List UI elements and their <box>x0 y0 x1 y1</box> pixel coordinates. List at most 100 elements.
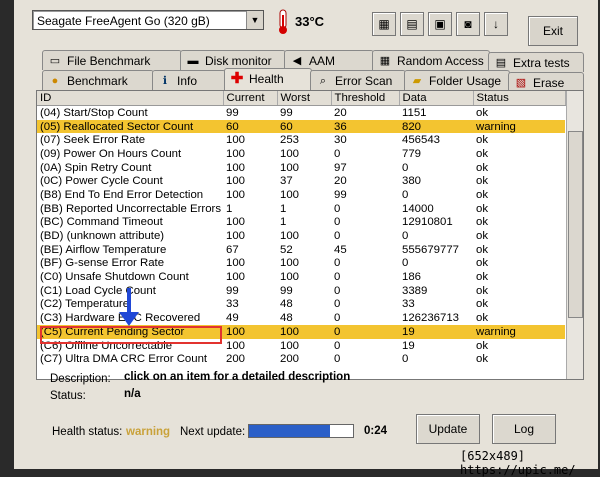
cell-status: ok <box>476 271 489 284</box>
table-row[interactable]: (C0) Unsafe Shutdown Count 100 100 0 186 ok <box>37 270 565 284</box>
cell-id: (C7) Ultra DMA CRC Error Count <box>40 353 208 366</box>
table-row[interactable]: (BE) Airflow Temperature 67 52 45 555679777 o… <box>37 243 565 257</box>
cell-id: (BD) (unknown attribute) <box>40 230 165 243</box>
column-header-current[interactable]: Current <box>223 91 278 106</box>
update-button[interactable]: Update <box>416 414 480 444</box>
cell-worst: 253 <box>280 134 300 147</box>
cell-worst: 52 <box>280 243 293 256</box>
cell-current: 100 <box>226 134 246 147</box>
camera-button[interactable]: ◙ <box>456 12 480 36</box>
cell-current: 99 <box>226 284 239 297</box>
table-row[interactable]: (B8) End To End Error Detection 100 100 99 0… <box>37 188 565 202</box>
cell-current: 100 <box>226 161 246 174</box>
scrollbar-thumb[interactable] <box>568 131 583 318</box>
column-header-status[interactable]: Status <box>473 91 566 106</box>
cell-id: (BE) Airflow Temperature <box>40 243 167 256</box>
down-button[interactable]: ↓ <box>484 12 508 36</box>
tab-health[interactable]: ✚ Health <box>224 68 312 90</box>
chevron-down-icon[interactable]: ▼ <box>246 11 263 29</box>
save-button[interactable]: ▣ <box>428 12 452 36</box>
cell-data: 0 <box>402 353 409 366</box>
watermark: [652x489] https://upic.me/ <box>460 449 576 477</box>
cell-worst: 1 <box>280 202 287 215</box>
cell-threshold: 0 <box>334 284 341 297</box>
cell-id: (04) Start/Stop Count <box>40 106 148 119</box>
cell-current: 100 <box>226 188 246 201</box>
cell-status: ok <box>476 284 489 297</box>
table-row[interactable]: (04) Start/Stop Count 99 99 20 1151 ok <box>37 106 565 120</box>
table-row[interactable]: (BD) (unknown attribute) 100 100 0 0 ok <box>37 229 565 243</box>
table-row[interactable]: (C2) Temperature 33 48 0 33 ok <box>37 298 565 312</box>
tab-random-access[interactable]: ▦ Random Access <box>372 50 490 70</box>
log-button[interactable]: Log <box>492 414 556 444</box>
cell-threshold: 0 <box>334 147 341 160</box>
cell-status: ok <box>476 339 489 352</box>
tab-label: AAM <box>309 54 336 68</box>
table-row[interactable]: (BC) Command Timeout 100 1 0 12910801 ok <box>37 216 565 230</box>
column-header-worst[interactable]: Worst <box>277 91 332 106</box>
table-row[interactable]: (C3) Hardware ECC Recovered 49 48 0 12623671… <box>37 311 565 325</box>
cell-status: ok <box>476 312 489 325</box>
cell-data: 19 <box>399 325 473 339</box>
tab-file-benchmark[interactable]: ▭ File Benchmark <box>42 50 182 70</box>
cell-id: (B8) End To End Error Detection <box>40 188 204 201</box>
cell-threshold: 0 <box>334 312 341 325</box>
cell-worst: 100 <box>280 188 300 201</box>
tab-benchmark[interactable]: ● Benchmark <box>42 70 154 90</box>
cell-current: 100 <box>223 325 277 339</box>
tests-icon: ▤ <box>495 57 507 69</box>
cell-status: ok <box>476 161 489 174</box>
folder-icon: ▰ <box>412 75 422 87</box>
cell-data: 19 <box>402 339 415 352</box>
table-row[interactable]: (BF) G-sense Error Rate 100 100 0 0 ok <box>37 257 565 271</box>
tab-label: Folder Usage <box>429 74 502 88</box>
table-row[interactable]: (C1) Load Cycle Count 99 99 0 3389 ok <box>37 284 565 298</box>
cell-id: (BB) Reported Uncorrectable Errors <box>40 202 222 215</box>
cell-threshold: 0 <box>334 339 341 352</box>
tab-extra-tests[interactable]: ▤ Extra tests <box>488 52 584 72</box>
tab-folder-usage[interactable]: ▰ Folder Usage <box>404 70 510 90</box>
file-icon: ▭ <box>49 55 61 67</box>
cell-data: 1151 <box>402 106 427 119</box>
cell-data: 14000 <box>402 202 434 215</box>
cell-current: 49 <box>226 312 239 325</box>
drive-select[interactable]: Seagate FreeAgent Go (320 gB) ▼ <box>32 10 264 30</box>
vertical-scrollbar[interactable] <box>566 91 583 379</box>
cell-current: 67 <box>226 243 239 256</box>
exit-button[interactable]: Exit <box>528 16 578 46</box>
table-row[interactable]: (0A) Spin Retry Count 100 100 97 0 ok <box>37 161 565 175</box>
copy-text-button[interactable]: ▤ <box>400 12 424 36</box>
table-header-row: ID Current Worst Threshold Data Status <box>37 91 566 106</box>
tab-erase[interactable]: ▧ Erase <box>508 72 584 92</box>
tab-error-scan[interactable]: ⌕ Error Scan <box>310 70 406 90</box>
table-row[interactable]: (0C) Power Cycle Count 100 37 20 380 ok <box>37 174 565 188</box>
cell-worst: 99 <box>280 106 293 119</box>
table-row[interactable]: (05) Reallocated Sector Count 60 60 36 820 wa… <box>37 119 565 134</box>
magnifier-icon: ⌕ <box>319 75 327 87</box>
table-row[interactable]: (C7) Ultra DMA CRC Error Count 200 200 0 0 ok <box>37 352 565 366</box>
arrow-down-annotation-icon <box>119 312 139 326</box>
cell-current: 100 <box>226 147 246 160</box>
tab-label: Erase <box>533 76 565 90</box>
copy-button[interactable]: ▦ <box>372 12 396 36</box>
tab-label: Health <box>249 72 284 86</box>
cell-status: ok <box>476 243 489 256</box>
cell-status: ok <box>476 298 489 311</box>
description-label: Description: <box>50 373 111 385</box>
tab-aam[interactable]: ◀ AAM <box>284 50 374 70</box>
erase-icon: ▧ <box>515 77 527 89</box>
tab-disk-monitor[interactable]: ▬ Disk monitor <box>180 50 286 70</box>
cell-status: ok <box>476 188 489 201</box>
cell-current: 1 <box>226 202 233 215</box>
column-header-id[interactable]: ID <box>37 91 224 106</box>
table-row[interactable]: (09) Power On Hours Count 100 100 0 779 ok <box>37 147 565 161</box>
column-header-threshold[interactable]: Threshold <box>331 91 400 106</box>
column-header-data[interactable]: Data <box>399 91 474 106</box>
cell-threshold: 0 <box>334 298 341 311</box>
tab-info[interactable]: ℹ Info <box>152 70 226 90</box>
cell-worst: 48 <box>280 312 293 325</box>
table-row[interactable]: (BB) Reported Uncorrectable Errors 1 1 0 140… <box>37 202 565 216</box>
tab-label: Random Access <box>397 54 484 68</box>
tab-label: Error Scan <box>335 74 393 88</box>
table-row[interactable]: (07) Seek Error Rate 100 253 30 456543 ok <box>37 133 565 147</box>
